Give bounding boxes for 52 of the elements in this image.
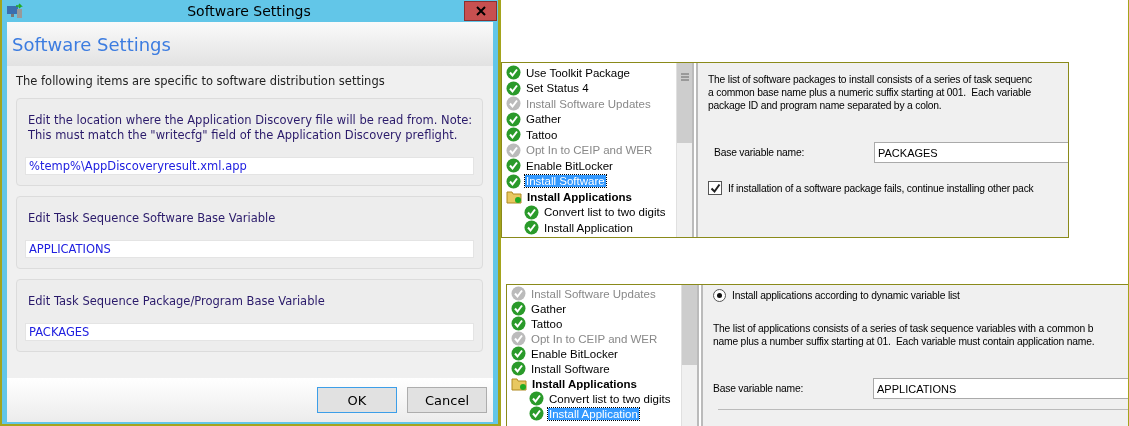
tree-item[interactable]: Tattoo [530, 317, 564, 330]
description-text: package ID and program name separated by a colon. [708, 99, 943, 112]
description-text: The list of applications consists of a series of task sequence variables with a common b [713, 322, 1095, 335]
checkbox-label: If installation of a software package fails, continue installing other pack [728, 182, 1034, 194]
field-label: Base variable name: [714, 147, 806, 158]
window-title: Software Settings [186, 3, 312, 19]
folder-icon [506, 189, 522, 204]
dialog-button[interactable]: OK [317, 387, 397, 413]
tree-item[interactable]: Opt In to CEIP and WER [530, 332, 659, 345]
scrollbar[interactable] [681, 285, 697, 426]
field-label: Base variable name: [713, 383, 805, 394]
group-label: Edit the location where the Application Discovery file will be read from. Note: This must match the "writecfg" field of the Application Discovery preflight. [27, 113, 474, 143]
dialog-heading: Software Settings [12, 33, 171, 55]
tree-item[interactable]: Convert list to two digits [543, 206, 667, 219]
input-field[interactable]: %temp%\AppDiscoveryresult.xml.app [25, 157, 474, 175]
tree-item[interactable]: Enable BitLocker [530, 347, 619, 360]
description-text: name plus a number suffix starting at 01. Each variable must contain application name. [713, 335, 1096, 348]
tree-item[interactable]: Install Software Updates [530, 287, 657, 300]
tree-item[interactable]: Install Applications [526, 190, 633, 203]
folder-icon [511, 376, 527, 391]
tree-item[interactable]: Enable BitLocker [525, 159, 614, 172]
radio-label: Install applications according to dynamic variable list [732, 290, 960, 301]
description-text: a common base name plus a numeric suffix starting at 001. Each variable [708, 86, 1033, 99]
input-field[interactable]: PACKAGES [25, 323, 474, 341]
tree-item[interactable]: Convert list to two digits [548, 392, 672, 405]
tree-item[interactable]: Tattoo [525, 128, 559, 141]
close-button[interactable] [464, 1, 497, 21]
description-text: The list of software packages to install consists of a series of task sequenc [708, 73, 1033, 86]
grip-icon [680, 73, 689, 81]
tree-item[interactable]: Use Toolkit Package [525, 66, 631, 79]
group-label: Edit Task Sequence Software Base Variable [27, 211, 277, 226]
input-field[interactable]: PACKAGES [874, 142, 1068, 163]
input-field[interactable]: APPLICATIONS [873, 378, 1128, 399]
tree-item[interactable]: Gather [530, 302, 568, 315]
tree-item[interactable]: Install Software Updates [525, 97, 652, 110]
tree-item[interactable]: Gather [525, 113, 563, 126]
tree-item[interactable]: Install Software [530, 362, 611, 375]
group-label: Edit Task Sequence Package/Program Base Variable [27, 294, 326, 309]
scrollbar-thumb[interactable] [682, 285, 697, 365]
tree-item[interactable]: Set Status 4 [525, 82, 590, 95]
close-icon [475, 6, 486, 16]
dialog-button[interactable]: Cancel [407, 387, 487, 413]
radio-button[interactable] [713, 289, 726, 302]
computer-icon [6, 3, 24, 19]
intro-text: The following items are specific to software distribution settings [16, 74, 386, 88]
scrollbar[interactable] [676, 63, 692, 237]
checkbox[interactable] [708, 181, 722, 195]
tree-item[interactable]: Install Application [543, 221, 634, 234]
tree-item[interactable]: Install Applications [531, 377, 638, 390]
tree-item[interactable]: Opt In to CEIP and WER [525, 144, 654, 157]
scrollbar-thumb[interactable] [677, 63, 692, 143]
input-field[interactable]: APPLICATIONS [25, 240, 474, 258]
